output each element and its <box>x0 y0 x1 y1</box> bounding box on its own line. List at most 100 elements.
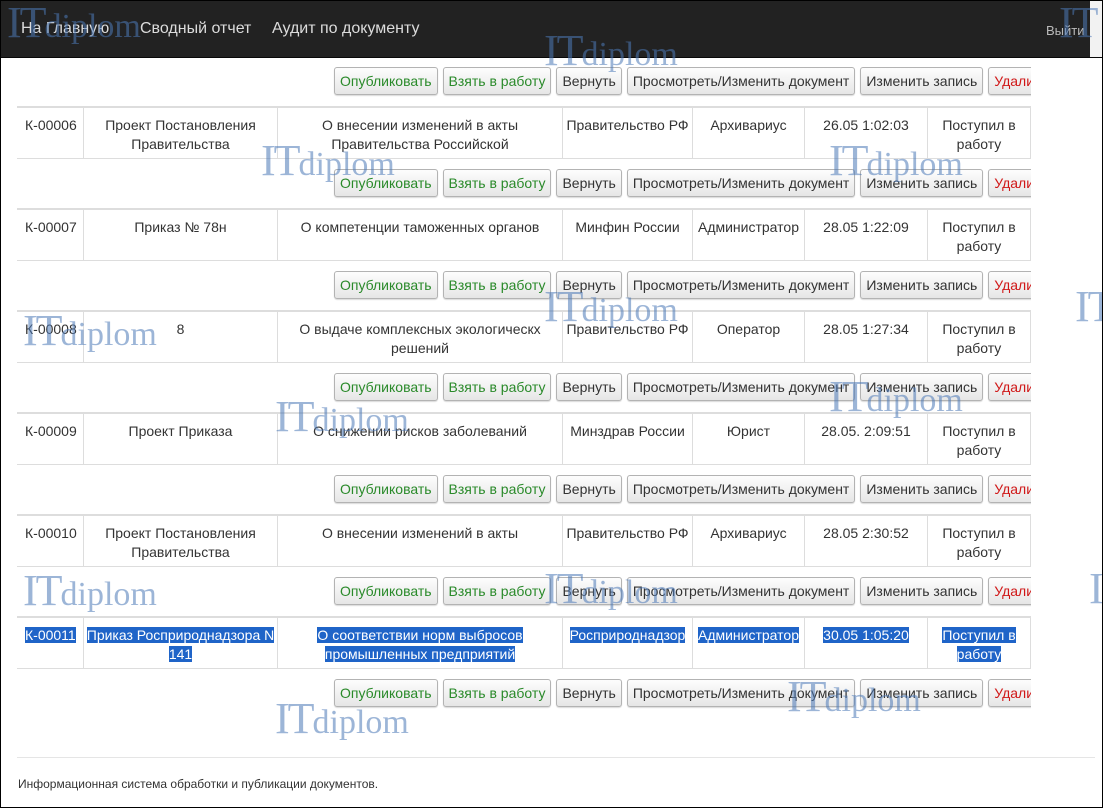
edit-record-button[interactable]: Изменить запись <box>860 679 984 707</box>
delete-button[interactable]: Удалить <box>988 169 1031 197</box>
view-edit-document-button[interactable]: Просмотреть/Изменить документ <box>626 373 856 401</box>
publish-button[interactable]: Опубликовать <box>334 373 438 401</box>
table-row[interactable]: К-00008 8 О выдаче комплексных экологиче… <box>17 311 1031 363</box>
cell-date: 30.05 1:05:20 <box>804 618 927 668</box>
cell-title: О компетенции таможенных органов <box>277 210 562 260</box>
take-in-work-button[interactable]: Взять в работу <box>442 169 552 197</box>
selected-text: Администратор <box>697 627 799 643</box>
nav-document-audit-link[interactable]: Аудит по документу <box>272 20 420 38</box>
edit-record-button[interactable]: Изменить запись <box>860 475 984 503</box>
table-row-selected[interactable]: К-00011 Приказ Росприроднадзора N 141 О … <box>17 617 1031 669</box>
cell-organization: Правительство РФ <box>562 312 692 362</box>
selected-text: О соответствии норм выбросов промышленны… <box>317 627 523 662</box>
cell-document-type: 8 <box>83 312 277 362</box>
view-edit-document-button[interactable]: Просмотреть/Изменить документ <box>626 67 856 95</box>
action-button-group: Опубликовать Взять в работу Вернуть Прос… <box>334 679 1031 707</box>
return-button[interactable]: Вернуть <box>556 577 622 605</box>
selected-text: 30.05 1:05:20 <box>823 627 909 643</box>
table-row[interactable]: К-00006 Проект Постановления Правительст… <box>17 107 1031 159</box>
selected-text: К-00011 <box>25 627 76 643</box>
return-button[interactable]: Вернуть <box>556 679 622 707</box>
edit-record-button[interactable]: Изменить запись <box>860 373 984 401</box>
delete-button[interactable]: Удалить <box>988 475 1031 503</box>
action-button-group: Опубликовать Взять в работу Вернуть Прос… <box>334 67 1031 95</box>
take-in-work-button[interactable]: Взять в работу <box>442 577 552 605</box>
cell-document-type: Проект Постановления Правительства <box>83 516 277 566</box>
cell-organization: Минфин России <box>562 210 692 260</box>
delete-button[interactable]: Удалить <box>988 679 1031 707</box>
edit-record-button[interactable]: Изменить запись <box>860 577 984 605</box>
cell-organization: Правительство РФ <box>562 108 692 158</box>
return-button[interactable]: Вернуть <box>556 271 622 299</box>
cell-status: Поступил в работу <box>927 210 1031 260</box>
edit-record-button[interactable]: Изменить запись <box>860 169 984 197</box>
cell-status: Поступил в работу <box>927 414 1031 464</box>
delete-button[interactable]: Удалить <box>988 373 1031 401</box>
action-row: Опубликовать Взять в работу Вернуть Прос… <box>17 57 1031 107</box>
delete-button[interactable]: Удалить <box>988 67 1031 95</box>
cell-date: 28.05 1:27:34 <box>804 312 927 362</box>
publish-button[interactable]: Опубликовать <box>334 475 438 503</box>
edit-record-button[interactable]: Изменить запись <box>860 271 984 299</box>
logout-link[interactable]: Выйти <box>1046 23 1085 38</box>
action-button-group: Опубликовать Взять в работу Вернуть Прос… <box>334 577 1031 605</box>
page-frame: На Главную Сводный отчет Аудит по докуме… <box>0 0 1103 808</box>
cell-number: К-00011 <box>17 618 83 668</box>
delete-button[interactable]: Удалить <box>988 577 1031 605</box>
view-edit-document-button[interactable]: Просмотреть/Изменить документ <box>626 271 856 299</box>
publish-button[interactable]: Опубликовать <box>334 679 438 707</box>
view-edit-document-button[interactable]: Просмотреть/Изменить документ <box>626 169 856 197</box>
table-row[interactable]: К-00009 Проект Приказа О снижении рисков… <box>17 413 1031 465</box>
watermark: IT <box>1075 282 1102 331</box>
cell-role: Юрист <box>692 414 804 464</box>
action-row: Опубликовать Взять в работу Вернуть Прос… <box>17 465 1031 515</box>
return-button[interactable]: Вернуть <box>556 169 622 197</box>
table-row[interactable]: К-00010 Проект Постановления Правительст… <box>17 515 1031 567</box>
cell-number: К-00007 <box>25 219 77 235</box>
selected-text: Приказ Росприроднадзора N 141 <box>86 627 275 662</box>
cell-role: Архивариус <box>692 516 804 566</box>
return-button[interactable]: Вернуть <box>556 475 622 503</box>
delete-button[interactable]: Удалить <box>988 271 1031 299</box>
cell-organization: Росприроднадзор <box>562 618 692 668</box>
cell-organization: Минздрав России <box>562 414 692 464</box>
watermark: IT <box>1089 564 1102 613</box>
records-table: Опубликовать Взять в работу Вернуть Прос… <box>17 57 1031 717</box>
cell-role: Архивариус <box>692 108 804 158</box>
view-edit-document-button[interactable]: Просмотреть/Изменить документ <box>626 679 856 707</box>
action-button-group: Опубликовать Взять в работу Вернуть Прос… <box>334 373 1031 401</box>
return-button[interactable]: Вернуть <box>556 373 622 401</box>
view-edit-document-button[interactable]: Просмотреть/Изменить документ <box>626 577 856 605</box>
take-in-work-button[interactable]: Взять в работу <box>442 67 552 95</box>
cell-status: Поступил в работу <box>927 618 1031 668</box>
nav-summary-report-link[interactable]: Сводный отчет <box>140 20 251 38</box>
publish-button[interactable]: Опубликовать <box>334 67 438 95</box>
cell-role: Оператор <box>692 312 804 362</box>
nav-home-link[interactable]: На Главную <box>21 20 109 38</box>
action-button-group: Опубликовать Взять в работу Вернуть Прос… <box>334 271 1031 299</box>
cell-title: О соответствии норм выбросов промышленны… <box>277 618 562 668</box>
cell-status: Поступил в работу <box>927 312 1031 362</box>
cell-date: 28.05 2:30:52 <box>804 516 927 566</box>
take-in-work-button[interactable]: Взять в работу <box>442 373 552 401</box>
action-row: Опубликовать Взять в работу Вернуть Прос… <box>17 669 1031 717</box>
top-navbar: На Главную Сводный отчет Аудит по докуме… <box>1 1 1102 58</box>
cell-date: 28.05. 2:09:51 <box>804 414 927 464</box>
cell-title: О выдаче комплексных экологическх решени… <box>277 312 562 362</box>
cell-number: К-00010 <box>25 525 77 541</box>
cell-status: Поступил в работу <box>927 516 1031 566</box>
return-button[interactable]: Вернуть <box>556 67 622 95</box>
edit-record-button[interactable]: Изменить запись <box>860 67 984 95</box>
take-in-work-button[interactable]: Взять в работу <box>442 475 552 503</box>
take-in-work-button[interactable]: Взять в работу <box>442 679 552 707</box>
table-row[interactable]: К-00007 Приказ № 78н О компетенции тамож… <box>17 209 1031 261</box>
publish-button[interactable]: Опубликовать <box>334 169 438 197</box>
cell-document-type: Проект Постановления Правительства <box>83 108 277 158</box>
publish-button[interactable]: Опубликовать <box>334 577 438 605</box>
take-in-work-button[interactable]: Взять в работу <box>442 271 552 299</box>
scrollbar-track[interactable] <box>1090 1 1102 57</box>
publish-button[interactable]: Опубликовать <box>334 271 438 299</box>
cell-document-type: Проект Приказа <box>83 414 277 464</box>
view-edit-document-button[interactable]: Просмотреть/Изменить документ <box>626 475 856 503</box>
action-row: Опубликовать Взять в работу Вернуть Прос… <box>17 261 1031 311</box>
